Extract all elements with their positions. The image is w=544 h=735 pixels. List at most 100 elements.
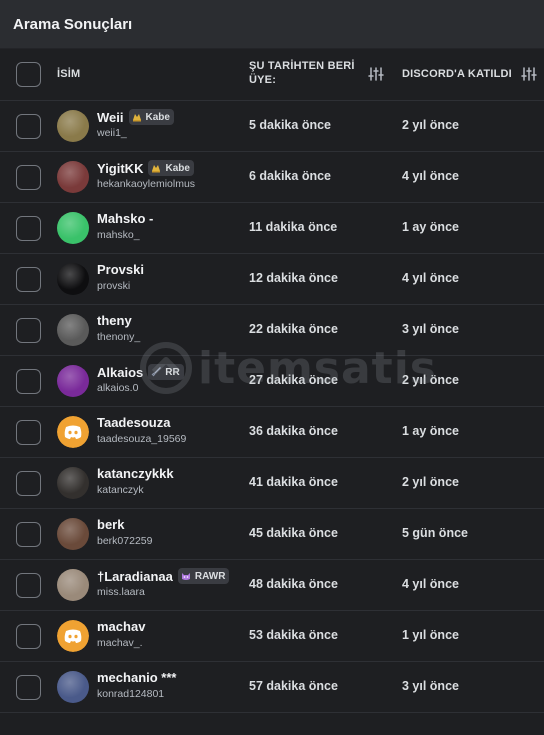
avatar[interactable] <box>57 263 89 295</box>
user-handle: machav_. <box>97 637 143 649</box>
joined-discord-value: 4 yıl önce <box>402 577 459 591</box>
user-handle: mahsko_ <box>97 229 140 241</box>
username-label: mechanio *** <box>97 670 177 685</box>
member-since-value: 48 dakika önce <box>249 577 338 591</box>
member-since-value: 45 dakika önce <box>249 526 338 540</box>
row-checkbox[interactable] <box>16 318 41 343</box>
member-since-value: 36 dakika önce <box>249 424 338 438</box>
guild-tag-label: RR <box>165 366 180 378</box>
panel-header: Arama Sonuçları <box>0 0 544 48</box>
user-handle: berk072259 <box>97 535 153 547</box>
row-checkbox[interactable] <box>16 165 41 190</box>
member-since-value: 53 dakika önce <box>249 628 338 642</box>
table-row[interactable]: †Laradianaa RAWR miss.laara 48 dakika önce 4… <box>0 560 544 611</box>
cat-tag-icon <box>180 570 195 582</box>
sort-filter-icon[interactable] <box>368 66 384 82</box>
username[interactable]: theny <box>97 313 132 328</box>
user-handle: provski <box>97 280 131 292</box>
avatar[interactable] <box>57 671 89 703</box>
column-header-name[interactable]: İSİM <box>57 67 80 81</box>
username[interactable]: YigitKK Kabe <box>97 160 194 176</box>
avatar[interactable] <box>57 365 89 397</box>
username-label: theny <box>97 313 132 328</box>
table-row[interactable]: mechanio *** konrad124801 57 dakika önce 3 … <box>0 662 544 713</box>
column-header-member-since[interactable]: ŞU TARİHTEN BERİ ÜYE: <box>249 59 364 87</box>
row-checkbox[interactable] <box>16 522 41 547</box>
guild-tag-badge[interactable]: RAWR <box>177 568 230 584</box>
username[interactable]: machav <box>97 619 145 634</box>
search-results-table: İSİM ŞU TARİHTEN BERİ ÜYE: DISCORD'A KAT… <box>0 48 544 735</box>
table-row[interactable]: Weii Kabe weii1_ 5 dakika önce 2 yıl önce <box>0 101 544 152</box>
user-handle: konrad124801 <box>97 688 165 700</box>
avatar[interactable] <box>57 110 89 142</box>
row-checkbox[interactable] <box>16 267 41 292</box>
username[interactable]: †Laradianaa RAWR <box>97 568 230 584</box>
table-row[interactable]: katanczykkk katanczyk 41 dakika önce 2 yıl … <box>0 458 544 509</box>
joined-discord-value: 3 yıl önce <box>402 679 459 693</box>
username[interactable]: mechanio *** <box>97 670 176 685</box>
member-since-value: 6 dakika önce <box>249 169 331 183</box>
joined-discord-value: 1 ay önce <box>402 424 459 438</box>
username[interactable]: Mahsko - <box>97 211 153 226</box>
table-row[interactable]: Mahsko - mahsko_ 11 dakika önce 1 ay önce <box>0 203 544 254</box>
guild-tag-badge[interactable]: RR <box>148 364 184 380</box>
avatar[interactable] <box>57 620 89 652</box>
guild-tag-label: Kabe <box>165 162 190 174</box>
member-since-value: 12 dakika önce <box>249 271 338 285</box>
member-since-value: 41 dakika önce <box>249 475 338 489</box>
user-handle: miss.laara <box>97 586 145 598</box>
row-checkbox[interactable] <box>16 675 41 700</box>
user-handle: thenony_ <box>97 331 141 343</box>
member-since-value: 57 dakika önce <box>249 679 338 693</box>
username[interactable]: katanczykkk <box>97 466 174 481</box>
table-row[interactable]: machav machav_. 53 dakika önce 1 yıl önce <box>0 611 544 662</box>
username[interactable]: Weii Kabe <box>97 109 174 125</box>
avatar[interactable] <box>57 212 89 244</box>
avatar[interactable] <box>57 314 89 346</box>
table-row[interactable]: Alkaios RR alkaios.0 27 dakika önce 2 yıl ön… <box>0 356 544 407</box>
username-label: Mahsko - <box>97 211 154 226</box>
row-checkbox[interactable] <box>16 369 41 394</box>
table-row[interactable]: YigitKK Kabe hekankaoylemiolmus 6 dakika ön… <box>0 152 544 203</box>
username[interactable]: Alkaios RR <box>97 364 184 380</box>
row-checkbox[interactable] <box>16 216 41 241</box>
row-checkbox[interactable] <box>16 420 41 445</box>
row-checkbox[interactable] <box>16 471 41 496</box>
joined-discord-value: 3 yıl önce <box>402 322 459 336</box>
username[interactable]: berk <box>97 517 124 532</box>
guild-tag-icon <box>131 111 146 123</box>
guild-tag-badge[interactable]: Kabe <box>148 160 194 176</box>
user-handle: taadesouza_19569 <box>97 433 187 445</box>
joined-discord-value: 4 yıl önce <box>402 271 459 285</box>
panel-title: Arama Sonuçları <box>13 15 133 33</box>
row-checkbox[interactable] <box>16 114 41 139</box>
user-handle: hekankaoylemiolmus <box>97 178 196 190</box>
select-all-checkbox[interactable] <box>16 62 41 87</box>
row-checkbox[interactable] <box>16 573 41 598</box>
username[interactable]: Taadesouza <box>97 415 170 430</box>
results-list: Weii Kabe weii1_ 5 dakika önce 2 yıl önce Yig… <box>0 101 544 713</box>
avatar[interactable] <box>57 416 89 448</box>
joined-discord-value: 2 yıl önce <box>402 475 459 489</box>
username-label: †Laradianaa <box>97 568 173 584</box>
username-label: Provski <box>97 262 144 277</box>
username-label: katanczykkk <box>97 466 174 481</box>
member-since-value: 22 dakika önce <box>249 322 338 336</box>
avatar[interactable] <box>57 161 89 193</box>
row-checkbox[interactable] <box>16 624 41 649</box>
username-label: machav <box>97 619 146 634</box>
guild-tag-badge[interactable]: Kabe <box>128 109 174 125</box>
sort-filter-icon[interactable] <box>521 66 537 82</box>
joined-discord-value: 2 yıl önce <box>402 373 459 387</box>
avatar[interactable] <box>57 467 89 499</box>
avatar[interactable] <box>57 518 89 550</box>
column-header-joined[interactable]: DISCORD'A KATILDI <box>402 67 512 81</box>
username-label: YigitKK <box>97 160 144 176</box>
table-row[interactable]: theny thenony_ 22 dakika önce 3 yıl önce <box>0 305 544 356</box>
member-since-value: 5 dakika önce <box>249 118 331 132</box>
table-row[interactable]: Provski provski 12 dakika önce 4 yıl önce <box>0 254 544 305</box>
table-row[interactable]: berk berk072259 45 dakika önce 5 gün önce <box>0 509 544 560</box>
table-row[interactable]: Taadesouza taadesouza_19569 36 dakika önce… <box>0 407 544 458</box>
avatar[interactable] <box>57 569 89 601</box>
username[interactable]: Provski <box>97 262 144 277</box>
